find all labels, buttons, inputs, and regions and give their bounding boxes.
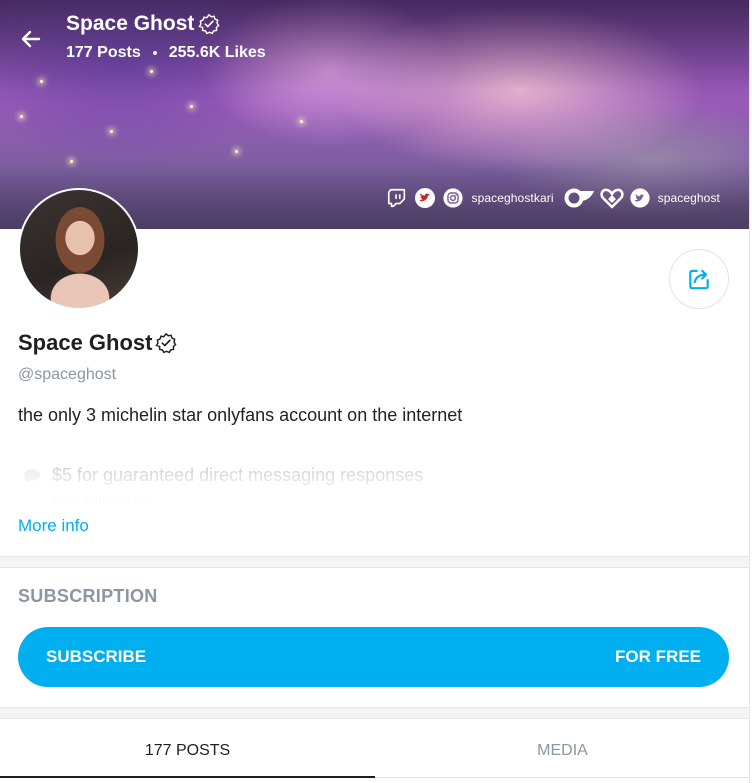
- sparkle: [70, 160, 73, 163]
- verified-icon: [155, 332, 177, 354]
- sparkle: [150, 70, 153, 73]
- sparkle: [190, 105, 193, 108]
- profile-name-row: Space Ghost: [18, 330, 177, 356]
- share-button[interactable]: [669, 249, 729, 309]
- subscribe-label: SUBSCRIBE: [46, 647, 147, 666]
- twitter-icon[interactable]: [628, 186, 652, 210]
- profile-name: Space Ghost: [18, 330, 153, 355]
- instagram-handle[interactable]: spaceghostkari: [471, 191, 553, 205]
- sparkle: [40, 80, 43, 83]
- sparkle: [235, 150, 238, 153]
- sparkle: [20, 115, 23, 118]
- header-name: Space Ghost: [66, 12, 195, 35]
- subscribe-button[interactable]: SUBSCRIBE FOR FREE: [18, 627, 729, 687]
- verified-icon: [198, 13, 220, 35]
- profile-username: @spaceghost: [18, 366, 117, 383]
- likes-count: 255.6K Likes: [168, 44, 266, 61]
- chili-twitter-icon[interactable]: [413, 186, 437, 210]
- posts-count: 177 Posts: [66, 44, 141, 61]
- cover-header: Space Ghost 177 Posts 255.6K Likes: [66, 12, 266, 62]
- twitch-icon[interactable]: [385, 186, 409, 210]
- subscribe-price: FOR FREE: [615, 647, 701, 666]
- perk-item: $5 for guaranteed direct messaging respo…: [22, 465, 423, 486]
- onlyfans-icon[interactable]: [564, 186, 596, 210]
- back-button[interactable]: [14, 24, 48, 54]
- share-icon: [689, 269, 709, 290]
- header-stats: 177 Posts 255.6K Likes: [66, 44, 266, 62]
- profile-page: Space Ghost 177 Posts 255.6K Likes space…: [0, 0, 750, 783]
- tab-posts[interactable]: 177 POSTS: [0, 718, 375, 783]
- sparkle: [110, 130, 113, 133]
- avatar[interactable]: [18, 188, 140, 310]
- separator-dot: [152, 51, 157, 55]
- social-links: spaceghostkari spaceghost: [385, 186, 726, 210]
- perk-text: $5 for guaranteed direct messaging respo…: [52, 465, 424, 485]
- cover-image: Space Ghost 177 Posts 255.6K Likes space…: [0, 0, 749, 229]
- arrow-left-icon: [21, 30, 41, 48]
- perk-item-partial: $20 slide the: [22, 497, 272, 507]
- twitter-handle[interactable]: spaceghost: [658, 191, 720, 205]
- subscription-heading: SUBSCRIPTION: [18, 586, 158, 606]
- header-title: Space Ghost: [66, 12, 266, 36]
- speech-bubble-icon: [24, 468, 40, 483]
- content-tabs: 177 POSTS MEDIA: [0, 718, 749, 783]
- perk-text: $20 slide the: [50, 497, 153, 507]
- sparkle: [300, 120, 303, 123]
- tab-media[interactable]: MEDIA: [375, 718, 749, 783]
- hearts-icon[interactable]: [599, 186, 624, 210]
- section-divider: [0, 556, 749, 568]
- profile-bio: the only 3 michelin star onlyfans accoun…: [18, 405, 463, 425]
- more-info-link[interactable]: More info: [18, 516, 89, 536]
- instagram-icon[interactable]: [441, 186, 465, 210]
